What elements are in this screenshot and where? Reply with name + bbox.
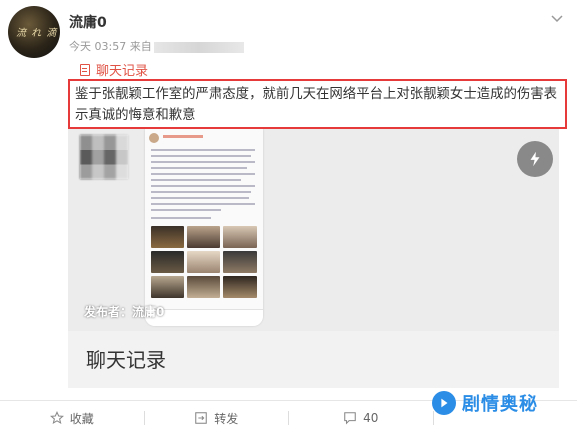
post-time: 今天 03:57 xyxy=(69,40,127,53)
tag-link[interactable]: 聊天记录 xyxy=(80,60,148,79)
photo-thumb xyxy=(151,226,184,248)
publisher-label: 发布者：流庸0 xyxy=(84,305,165,319)
photo-thumb xyxy=(187,251,220,273)
favorite-button[interactable]: 收藏 xyxy=(0,401,144,435)
video-thumbnail[interactable]: 发布者：流庸0 xyxy=(68,129,559,331)
photo-thumb xyxy=(223,226,257,248)
text-line xyxy=(151,217,211,219)
photo-thumb xyxy=(151,276,184,298)
blurred-source xyxy=(153,41,244,53)
tag-label: 聊天记录 xyxy=(96,64,149,79)
photo-thumb xyxy=(151,251,184,273)
comment-icon xyxy=(344,412,356,425)
photo-thumb xyxy=(187,226,220,248)
avatar-text: 流 れ 滴 xyxy=(16,28,58,39)
text-line xyxy=(151,149,255,151)
pixelated-overlay xyxy=(80,135,128,179)
repost-icon xyxy=(195,412,208,424)
photo-thumb xyxy=(223,276,257,298)
comment-count: 40 xyxy=(363,411,379,425)
lightning-icon xyxy=(530,151,540,167)
card-title[interactable]: 聊天记录 xyxy=(86,344,166,373)
watermark-text: 剧情奥秘 xyxy=(462,394,538,415)
post-text-highlighted: 鉴于张靓颖工作室的严肃态度，就前几天在网络平台上对张靓颖女士造成的伤害表示真诚的… xyxy=(68,79,567,129)
star-icon xyxy=(49,411,64,424)
post-source-prefix: 来自 xyxy=(129,40,152,53)
photo-thumb xyxy=(223,251,257,273)
username[interactable]: 流庸0 xyxy=(69,12,107,32)
text-line xyxy=(151,161,255,163)
favorite-label: 收藏 xyxy=(69,411,94,426)
play-button[interactable] xyxy=(517,141,553,177)
repost-button[interactable]: 转发 xyxy=(145,401,289,435)
text-line xyxy=(151,167,247,169)
watermark-logo-icon xyxy=(432,391,456,415)
text-line xyxy=(151,203,255,205)
text-line xyxy=(151,155,251,157)
chevron-down-icon[interactable] xyxy=(549,10,565,26)
small-avatar-icon xyxy=(149,133,159,143)
note-icon xyxy=(80,63,90,76)
text-line xyxy=(151,209,221,211)
phone-screenshot xyxy=(145,129,263,326)
text-line xyxy=(151,197,249,199)
text-line xyxy=(151,185,255,187)
avatar[interactable]: 流 れ 滴 xyxy=(8,6,60,58)
media-card[interactable]: 发布者：流庸0 聊天记录 xyxy=(68,129,559,388)
post-meta: 今天 03:57 来自 xyxy=(69,38,244,54)
text-line xyxy=(151,179,241,181)
repost-label: 转发 xyxy=(214,411,239,426)
text-line xyxy=(151,191,251,193)
photo-thumb xyxy=(187,276,220,298)
watermark: 剧情奥秘 xyxy=(432,390,538,416)
text-line xyxy=(151,173,255,175)
comment-button[interactable]: 40 xyxy=(289,401,433,435)
phone-name-line xyxy=(163,135,203,138)
